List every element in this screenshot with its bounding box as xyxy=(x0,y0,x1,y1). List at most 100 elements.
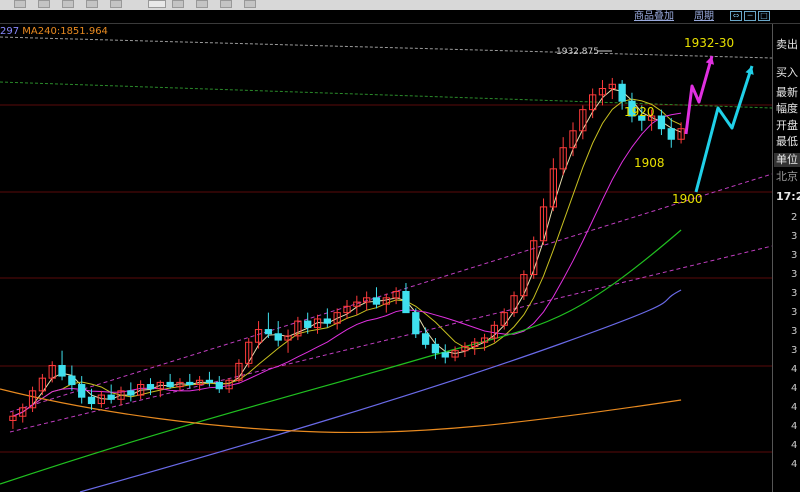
candle-down xyxy=(186,373,194,389)
candle-body xyxy=(264,329,273,335)
depth-digit: 4 xyxy=(791,459,798,470)
open-label: 开盘 xyxy=(776,119,798,132)
toolbar-button[interactable] xyxy=(110,0,122,8)
candle-up xyxy=(97,390,105,408)
channel-lower-line xyxy=(9,245,772,433)
candle-body xyxy=(127,390,135,396)
candle-up xyxy=(294,316,302,341)
candle-up xyxy=(353,295,361,315)
candle-up xyxy=(510,291,518,317)
candle-down xyxy=(372,287,381,309)
low-label: 最低 xyxy=(776,135,798,148)
toolbar-button[interactable] xyxy=(196,0,208,8)
sell-label[interactable]: 卖出 xyxy=(776,38,798,52)
candle-down xyxy=(421,327,430,349)
depth-digit: 3 xyxy=(791,307,798,318)
candle-up xyxy=(254,321,263,349)
candle-up xyxy=(677,122,685,144)
depth-digit: 4 xyxy=(791,421,798,432)
depth-digit: 4 xyxy=(791,383,798,394)
candle-down xyxy=(441,344,449,364)
candle-up xyxy=(589,88,597,119)
restore-icon[interactable]: ⇔ xyxy=(730,11,742,21)
moving-averages xyxy=(0,88,682,492)
toolbar-button[interactable] xyxy=(172,0,184,8)
ma-mid-line xyxy=(12,98,682,417)
price-chart[interactable]: 1932.875 1932-30 1920 1908 1900 xyxy=(0,24,772,492)
maximize-icon[interactable]: □ xyxy=(758,11,770,21)
depth-digit: 4 xyxy=(791,364,798,375)
candle-down xyxy=(667,118,675,148)
overlay-commodity-link[interactable]: 商品叠加 xyxy=(634,10,674,23)
candle-body xyxy=(431,343,440,354)
candle-body xyxy=(186,381,194,386)
candle-up xyxy=(245,338,253,368)
candle-down xyxy=(323,308,331,328)
chart-header: 商品叠加 周期 ⇔ ─ □ xyxy=(0,10,800,24)
candle-up xyxy=(461,342,469,358)
candle-down xyxy=(78,376,86,404)
candle-body xyxy=(166,381,174,388)
candle-body xyxy=(323,318,331,324)
candle-body xyxy=(618,83,626,102)
candle-down xyxy=(58,350,66,381)
toolbar-button[interactable] xyxy=(244,0,256,8)
candle-up xyxy=(284,329,292,353)
ma-slow-line xyxy=(12,112,682,417)
candle-down xyxy=(215,376,223,393)
depth-digit: 3 xyxy=(791,288,798,299)
toolbar-button[interactable] xyxy=(38,0,50,8)
unit-label: 单位 xyxy=(774,153,800,167)
buy-label[interactable]: 买入 xyxy=(776,66,798,80)
candle-down xyxy=(402,283,410,314)
location-label: 北京 xyxy=(776,170,798,183)
period-link[interactable]: 周期 xyxy=(694,10,714,23)
minimize-icon[interactable]: ─ xyxy=(744,11,756,21)
unused xyxy=(0,232,681,492)
candle-body xyxy=(205,379,214,383)
candle-down xyxy=(127,382,135,402)
candlesticks xyxy=(9,77,685,429)
depth-digit: 3 xyxy=(791,269,798,280)
resistance-line-grey xyxy=(0,36,772,59)
candle-body xyxy=(441,352,449,358)
depth-digit: 3 xyxy=(791,250,798,261)
candle-up xyxy=(38,373,47,396)
candle-body xyxy=(667,128,675,140)
candle-down xyxy=(264,312,273,338)
candle-down xyxy=(412,308,420,338)
candle-down xyxy=(68,365,76,391)
toolbar-button[interactable] xyxy=(220,0,232,8)
annotation-label: 1900 xyxy=(672,192,703,206)
candle-body xyxy=(78,384,86,398)
annotation-label: 1920 xyxy=(624,105,655,119)
annotation-label: 1908 xyxy=(634,156,665,170)
top-toolbar xyxy=(0,0,800,10)
candle-up xyxy=(520,270,528,300)
toolbar-button[interactable] xyxy=(86,0,98,8)
candle-up xyxy=(48,361,56,383)
annotation-label: 1932-30 xyxy=(684,36,734,50)
candle-down xyxy=(166,373,174,389)
candle-up xyxy=(549,158,557,212)
candle-body xyxy=(304,320,312,328)
channel-upper-line xyxy=(9,173,772,413)
ma-blue-line xyxy=(79,289,682,492)
candle-down xyxy=(87,388,96,410)
candle-up xyxy=(9,412,17,429)
candle-down xyxy=(274,321,282,347)
toolbar-button-active[interactable] xyxy=(148,0,166,8)
candle-body xyxy=(412,312,420,335)
candle-up xyxy=(471,338,479,355)
candle-body xyxy=(372,297,381,305)
candle-body xyxy=(107,394,115,400)
projection-arrows xyxy=(684,55,754,193)
toolbar-button[interactable] xyxy=(62,0,74,8)
quote-side-panel: 卖出 买入 最新 幅度 开盘 最低 单位 北京 17:2 2 3 3 3 3 3 3 3 4 4 4… xyxy=(772,24,800,492)
candle-body xyxy=(215,381,223,390)
time-label: 17:2 xyxy=(776,190,800,203)
candle-down xyxy=(107,384,115,404)
candle-body xyxy=(87,396,96,405)
toolbar-button[interactable] xyxy=(14,0,26,8)
candle-up xyxy=(28,386,37,412)
